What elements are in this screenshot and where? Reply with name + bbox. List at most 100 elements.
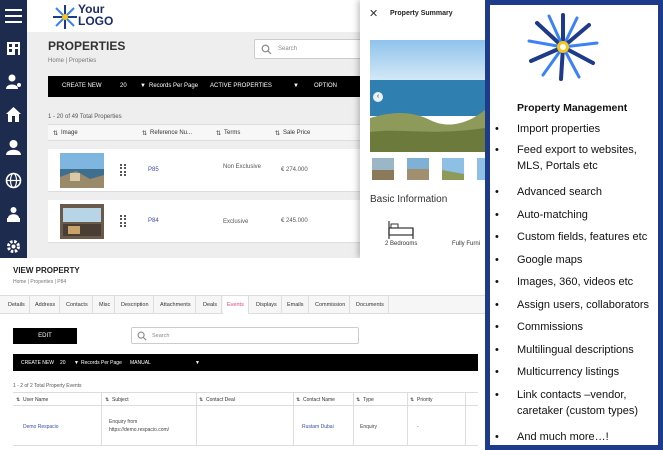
bed-icon [388,221,414,239]
table-row[interactable]: Demo Respacio Enquiry from https://demo.… [13,406,478,446]
property-thumbnail[interactable] [60,153,104,188]
filter-select[interactable]: MANUAL [130,360,151,366]
logo-burst-icon [53,5,77,29]
tab-address[interactable]: Address [31,296,61,314]
sidebar [0,0,27,258]
reference-link[interactable]: P84 [148,218,159,224]
records-per-page-label: Records Per Page [81,360,122,366]
list-item: • Multicurrency listings [495,366,620,378]
column-header[interactable]: Image [61,130,78,136]
globe-icon[interactable] [5,172,22,189]
column-header[interactable]: Type [363,397,374,403]
price-cell: € 245.000 [281,218,308,224]
sort-icon[interactable]: ⇅ [142,130,147,137]
list-item: • Advanced search [495,186,602,198]
tab-displays[interactable]: Displays [252,296,282,314]
tab-description[interactable]: Description [117,296,154,314]
column-header[interactable]: Sale Price [283,130,310,136]
column-header[interactable]: Terms [224,130,240,136]
image-thumbnail[interactable] [372,158,394,180]
table-header: ⇅ User Name ⇅ Subject ⇅ Contact Deal ⇅ C… [13,392,478,406]
logo-burst-icon [527,13,599,81]
home-icon[interactable] [5,106,22,123]
total-count: 1 - 2 of 2 Total Property Events [13,383,82,389]
user-name-link[interactable]: Demo Respacio [23,424,59,430]
column-header[interactable]: Contact Deal [206,397,235,403]
sort-icon[interactable]: ⇅ [53,130,58,137]
tab-details[interactable]: Details [4,296,30,314]
option-menu[interactable]: OPTION [314,83,337,89]
previous-image-button[interactable]: ‹ [373,92,383,102]
sort-icon[interactable]: ⇅ [275,130,280,137]
furnished-value: Fully Furni [452,241,481,247]
breadcrumb[interactable]: Home | Properties [48,58,96,64]
terms-cell: Exclusive [223,219,249,225]
page-title: VIEW PROPERTY [13,266,80,275]
column-header[interactable]: Priority [417,397,433,403]
search-icon [261,44,272,55]
sort-icon[interactable]: ⇅ [356,397,360,403]
sort-icon[interactable]: ⇅ [199,397,203,403]
column-header[interactable]: Subject [112,397,129,403]
column-header[interactable]: Contact Name [303,397,335,403]
bedrooms-value: 2 Bedrooms [385,241,418,247]
reference-link[interactable]: P85 [148,167,159,173]
image-thumbnail[interactable] [442,158,464,180]
search-input[interactable]: Search [254,39,374,59]
sort-icon[interactable]: ⇅ [105,397,109,403]
list-item: • And much more…! [495,431,609,443]
close-icon[interactable]: ✕ [369,7,378,20]
building-icon[interactable] [5,40,22,57]
records-count-select[interactable]: 20 [60,360,66,366]
create-new-button[interactable]: CREATE NEW [62,83,102,89]
tab-contacts[interactable]: Contacts [62,296,93,314]
tab-documents[interactable]: Documents [352,296,389,314]
user-key-icon[interactable] [5,73,22,90]
type-cell: Enquiry [360,424,377,430]
settings-icon[interactable] [5,238,22,255]
search-input[interactable]: Search [131,327,359,344]
tab-misc[interactable]: Misc [95,296,116,314]
sort-icon[interactable]: ⇅ [16,397,20,403]
list-toolbar: CREATE NEW 20 ▼ Records Per Page ACTIVE … [48,76,363,97]
tab-emails[interactable]: Emails [283,296,309,314]
list-item: • Commissions [495,321,584,333]
view-property-screen: VIEW PROPERTY Home | Properties | P84 De… [0,258,485,450]
tab-commission[interactable]: Commission [311,296,351,314]
image-thumbnail[interactable] [477,158,485,180]
team-icon[interactable] [5,206,22,223]
column-header[interactable]: Reference Nu... [150,130,192,136]
sort-icon[interactable]: ⇅ [410,397,414,403]
tab-events[interactable]: Events [223,296,249,314]
total-count: 1 - 20 of 49 Total Properties [48,114,122,120]
property-summary-panel: ✕ Property Summary ‹ Basic Information 2… [360,0,485,258]
edit-button[interactable]: EDIT [13,328,77,344]
breadcrumb[interactable]: Home | Properties | P84 [13,279,66,285]
person-icon[interactable] [5,139,22,156]
column-header[interactable]: User Name [23,397,48,403]
chevron-down-icon: ▼ [293,83,299,89]
create-new-button[interactable]: CREATE NEW [21,360,54,366]
drag-handle[interactable] [120,215,126,227]
price-cell: € 274.000 [281,167,308,173]
image-thumbnail[interactable] [407,158,429,180]
contact-name-link[interactable]: Rustam Dubai [302,424,334,430]
sort-icon[interactable]: ⇅ [216,130,221,137]
records-count-select[interactable]: 20 [120,83,127,89]
terms-cell: Non Exclusive [223,164,262,170]
list-item: • Images, 360, videos etc [495,276,634,288]
filter-select[interactable]: ACTIVE PROPERTIES [210,83,272,89]
hamburger-menu-icon[interactable] [5,9,22,23]
property-main-image[interactable] [370,40,485,152]
subject-url: https://demo.respacio.com/ [109,427,170,433]
sort-icon[interactable]: ⇅ [296,397,300,403]
drag-handle[interactable] [120,164,126,176]
table-row[interactable]: P84 Exclusive € 245.000 [48,200,363,243]
tab-attachments[interactable]: Attachments [156,296,196,314]
chevron-down-icon: ▼ [74,360,79,366]
tab-deals[interactable]: Deals [199,296,223,314]
property-thumbnail[interactable] [60,204,104,239]
list-item: • Custom fields, features etc [495,231,648,243]
table-header: ⇅ Image ⇅ Reference Nu... ⇅ Terms ⇅ Sale… [48,124,363,141]
table-row[interactable]: P85 Non Exclusive € 274.000 [48,149,363,192]
